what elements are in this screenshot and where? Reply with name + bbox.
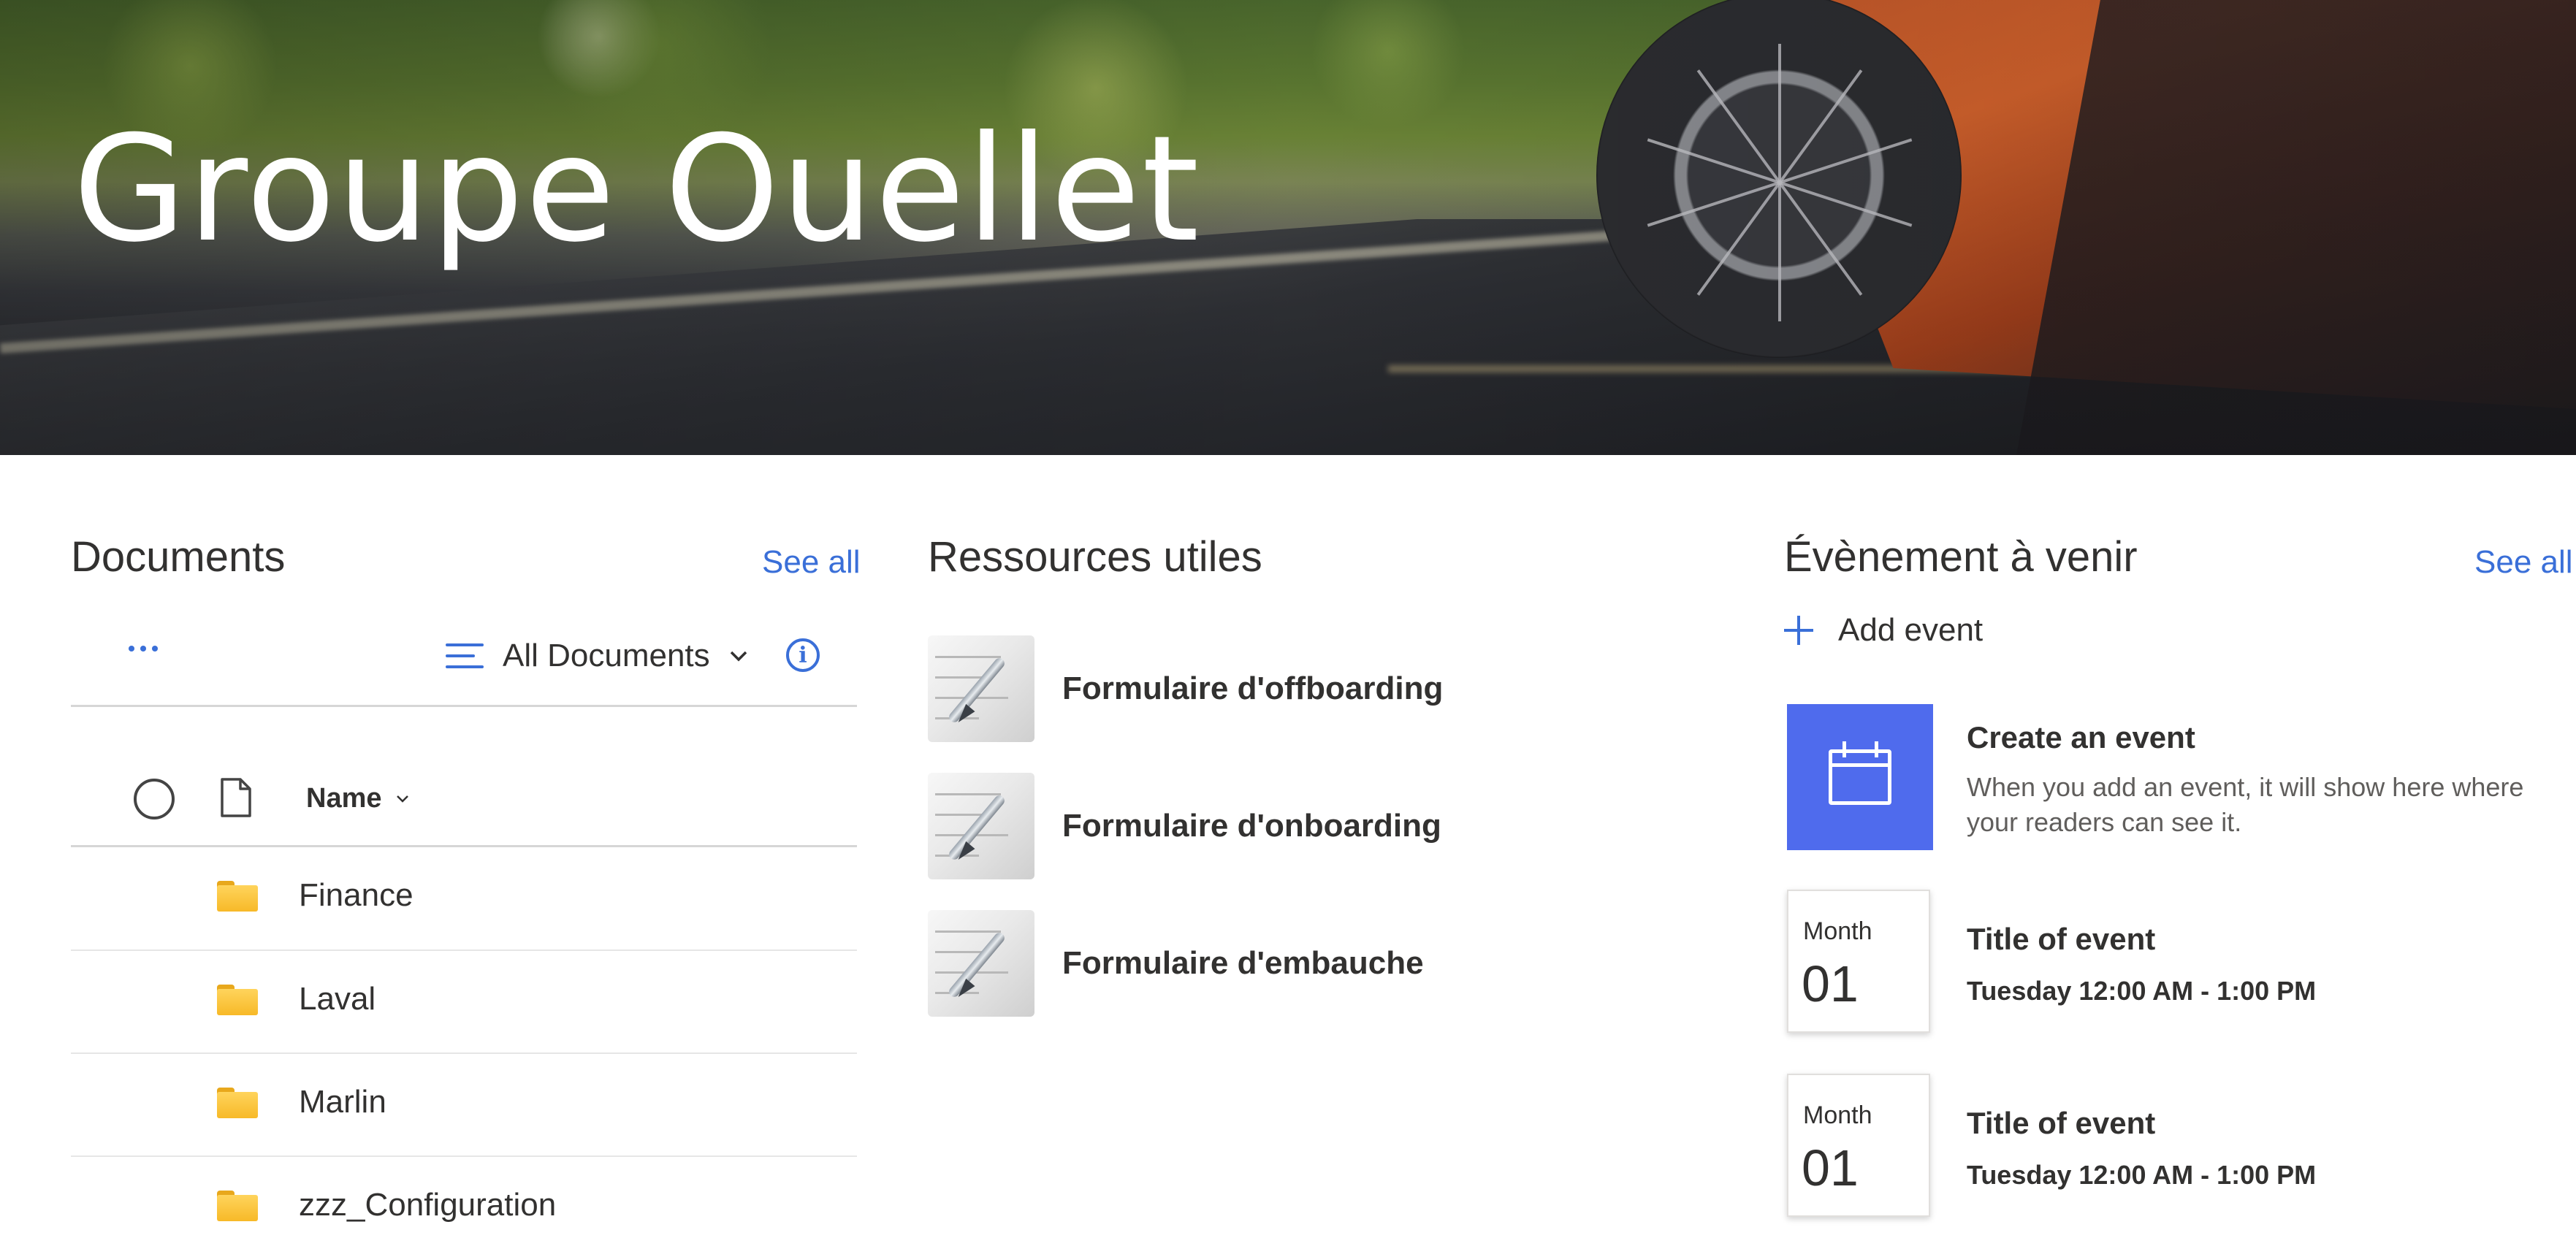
calendar-icon [1829,741,1891,805]
event-day: 01 [1802,955,1859,1012]
documents-see-all-link[interactable]: See all [762,546,861,578]
folder-name[interactable]: Finance [299,877,414,914]
event-time: Tuesday 12:00 AM - 1:00 PM [1967,1160,2317,1190]
events-title: Évènement à venir [1784,533,2138,581]
event-time: Tuesday 12:00 AM - 1:00 PM [1967,976,2317,1006]
folder-icon [217,1088,258,1118]
event-date-box: Month 01 [1787,890,1930,1033]
event-title[interactable]: Title of event [1967,1106,2155,1141]
event-title[interactable]: Title of event [1967,922,2155,957]
name-column-label: Name [306,783,382,814]
folder-icon [217,881,258,912]
folder-icon [217,1191,258,1221]
folder-name[interactable]: Laval [299,981,376,1017]
form-thumbnail-image [928,773,1034,879]
create-event-description: When you add an event, it will show here… [1967,772,2524,837]
resource-label[interactable]: Formulaire d'embauche [1062,945,1424,982]
folder-row[interactable]: Laval [71,951,857,1054]
add-event-label: Add event [1838,612,1984,648]
form-thumbnail-image [928,910,1034,1017]
add-event-button[interactable]: Add event [1784,612,1983,649]
toolbar-divider [71,705,857,707]
select-all-radio[interactable] [134,779,175,819]
view-selector-button[interactable]: All Documents [446,634,748,678]
event-date-box: Month 01 [1787,1074,1930,1217]
more-dot [129,646,134,652]
chevron-down-icon [730,651,747,662]
name-column-header[interactable]: Name [306,783,410,814]
event-day: 01 [1802,1139,1859,1196]
form-thumbnail-image [928,635,1034,742]
sort-chevron-icon [396,795,408,803]
folder-name[interactable]: zzz_Configuration [299,1187,556,1223]
resource-link[interactable]: Formulaire d'offboarding [928,635,1585,742]
more-actions-button[interactable] [129,641,165,656]
resource-link[interactable]: Formulaire d'onboarding [928,773,1585,879]
event-month: Month [1803,917,1872,945]
documents-title: Documents [71,533,286,581]
info-icon[interactable]: i [786,638,820,672]
folder-row[interactable]: Finance [71,847,857,950]
folder-row[interactable]: zzz_Configuration [71,1157,857,1257]
view-selector-label: All Documents [503,638,710,673]
plus-icon [1784,616,1813,645]
file-type-icon[interactable] [220,777,252,818]
create-event-tile[interactable] [1787,704,1933,850]
create-event-title[interactable]: Create an event [1967,720,2195,755]
site-title: Groupe Ouellet [73,104,1201,275]
events-see-all-link[interactable]: See all [2474,546,2573,578]
folder-icon [217,985,258,1015]
folder-name[interactable]: Marlin [299,1084,386,1120]
resource-link[interactable]: Formulaire d'embauche [928,910,1585,1017]
more-dot [152,646,158,652]
event-month: Month [1803,1101,1872,1129]
resource-label[interactable]: Formulaire d'onboarding [1062,808,1441,844]
resource-label[interactable]: Formulaire d'offboarding [1062,670,1443,707]
more-dot [140,646,146,652]
view-list-icon [446,639,484,673]
folder-row[interactable]: Marlin [71,1054,857,1157]
hero-banner: Groupe Ouellet [0,0,2576,455]
resources-title: Ressources utiles [928,533,1262,581]
